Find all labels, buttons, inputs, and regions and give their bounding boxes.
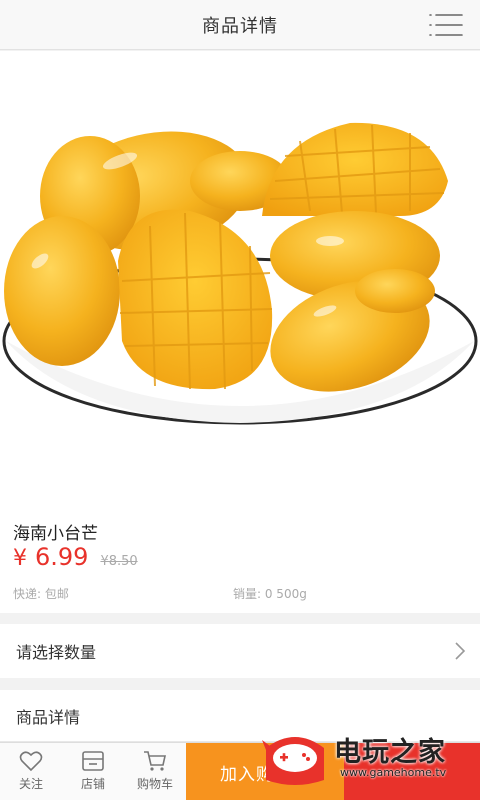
price-symbol: ¥ [13, 546, 27, 571]
product-name: 海南小台芒 [13, 524, 98, 544]
watermark-brand: 电玩之家 [334, 737, 446, 768]
follow-tab-label: 关注 [18, 777, 43, 791]
follow-tab[interactable]: 关注 [0, 743, 62, 800]
price-row: ¥ 6.99 ¥8.50 [13, 543, 138, 571]
gamepad-logo-icon [262, 737, 324, 785]
select-quantity-label: 请选择数量 [16, 643, 97, 662]
cart-tab-label: 购物车 [136, 777, 173, 791]
shipping-info: 快递: 包邮 [13, 587, 69, 601]
store-tab[interactable]: 店铺 [62, 743, 124, 800]
sales-info: 销量: 0 500g [233, 587, 307, 601]
chevron-right-icon [455, 642, 466, 660]
watermark-url: www.gamehome.tv [340, 766, 447, 779]
product-info: 海南小台芒 ¥ 6.99 ¥8.50 快递: 包邮 销量: 0 500g [0, 505, 480, 613]
store-tab-label: 店铺 [80, 777, 105, 791]
header-bar: 商品详情 [0, 0, 480, 50]
mango-bowl-illustration [2, 122, 478, 425]
current-price: 6.99 [35, 543, 89, 571]
original-price: ¥8.50 [100, 554, 138, 569]
store-icon [82, 751, 104, 771]
list-menu-icon[interactable] [428, 12, 464, 38]
select-quantity-row[interactable]: 请选择数量 [0, 624, 480, 678]
page-title: 商品详情 [202, 15, 278, 37]
watermark: 电玩之家 www.gamehome.tv [260, 726, 474, 788]
cart-tab[interactable]: 购物车 [124, 743, 186, 800]
cart-icon [144, 751, 166, 771]
heart-icon [19, 751, 43, 772]
product-details-label: 商品详情 [16, 707, 81, 727]
product-image [0, 51, 480, 505]
